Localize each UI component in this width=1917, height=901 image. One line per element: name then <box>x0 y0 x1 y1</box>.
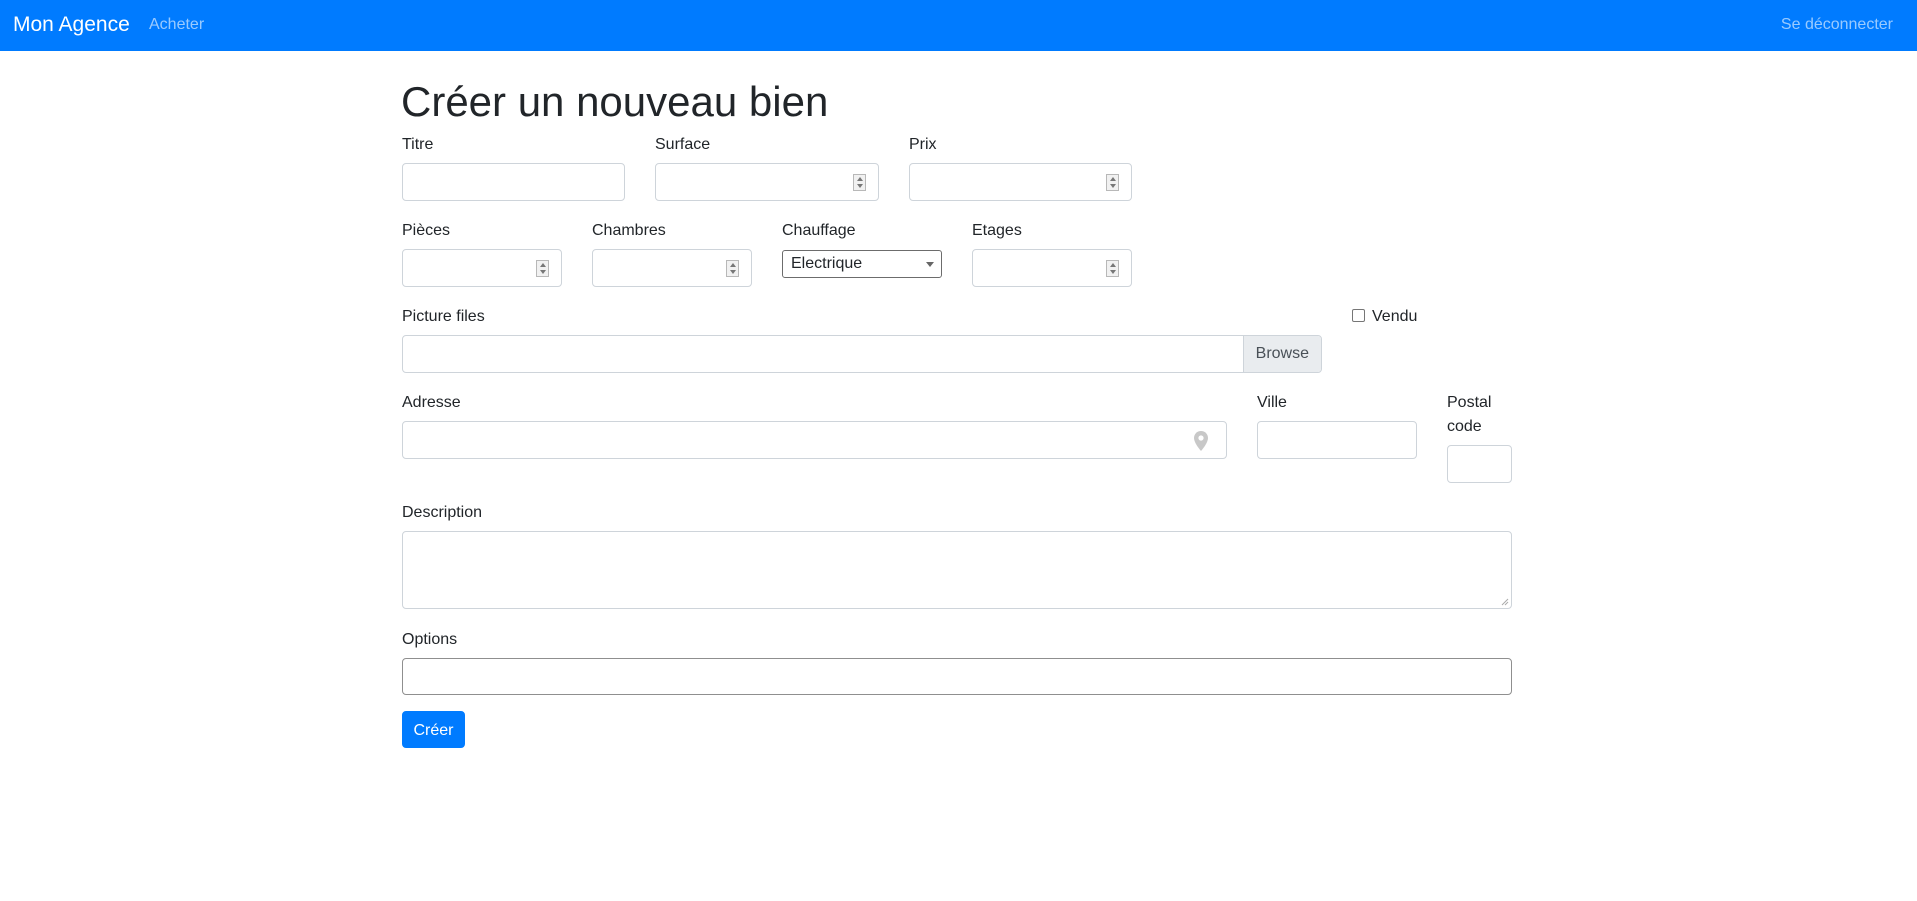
adresse-label: Adresse <box>402 394 461 411</box>
options-label: Options <box>402 631 458 648</box>
titre-label: Titre <box>402 136 434 153</box>
pieces-spinner[interactable] <box>536 260 549 277</box>
description-label: Description <box>402 504 483 521</box>
postal-code-label-line2: code <box>1447 418 1482 435</box>
adresse-input[interactable] <box>402 421 1227 459</box>
browse-button[interactable]: Browse <box>1242 336 1321 372</box>
description-textarea[interactable] <box>402 531 1512 609</box>
surface-spinner[interactable] <box>853 174 866 191</box>
postal-code-input[interactable] <box>1447 445 1512 483</box>
ville-input[interactable] <box>1257 421 1417 459</box>
page-title: Créer un nouveau bien <box>401 78 829 125</box>
pieces-label: Pièces <box>402 222 451 239</box>
chambres-spinner[interactable] <box>726 260 739 277</box>
etages-label: Etages <box>972 222 1022 239</box>
chambres-label: Chambres <box>592 222 666 239</box>
brand-link[interactable]: Mon Agence <box>13 12 130 38</box>
etages-spinner[interactable] <box>1106 260 1119 277</box>
resize-grip-icon[interactable] <box>1501 598 1509 606</box>
picture-files-label: Picture files <box>402 308 485 325</box>
picture-files-input[interactable]: Browse <box>402 335 1322 373</box>
nav-link-acheter[interactable]: Acheter <box>149 15 204 35</box>
titre-input[interactable] <box>402 163 625 201</box>
chambres-input[interactable] <box>592 249 752 287</box>
chevron-down-icon <box>926 262 934 267</box>
top-navbar: Mon Agence Acheter Se déconnecter <box>0 0 1917 51</box>
etages-input[interactable] <box>972 249 1132 287</box>
chauffage-label: Chauffage <box>782 222 856 239</box>
vendu-label: Vendu <box>1372 308 1418 325</box>
logout-link[interactable]: Se déconnecter <box>1781 15 1893 35</box>
pieces-input[interactable] <box>402 249 562 287</box>
map-pin-icon <box>1194 431 1208 451</box>
ville-label: Ville <box>1257 394 1287 411</box>
chauffage-select[interactable]: Electrique <box>782 250 942 278</box>
surface-input[interactable] <box>655 163 879 201</box>
options-input[interactable] <box>402 658 1512 695</box>
prix-spinner[interactable] <box>1106 174 1119 191</box>
chauffage-selected-value: Electrique <box>791 255 863 272</box>
prix-input[interactable] <box>909 163 1132 201</box>
postal-code-label-line1: Postal <box>1447 394 1492 411</box>
surface-label: Surface <box>655 136 711 153</box>
prix-label: Prix <box>909 136 937 153</box>
create-button[interactable]: Créer <box>402 711 465 748</box>
vendu-checkbox[interactable] <box>1352 309 1365 322</box>
